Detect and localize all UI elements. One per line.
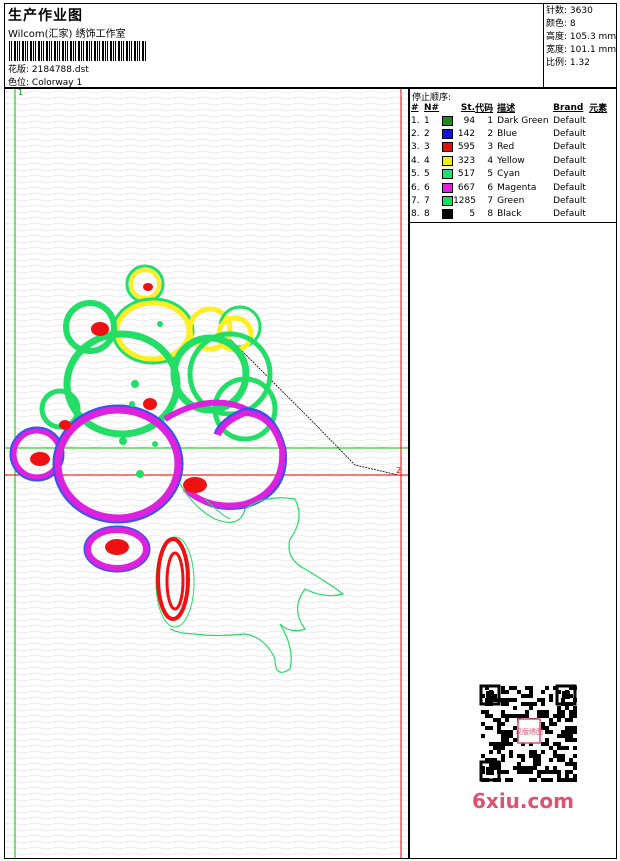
watermark-logo: 6xiu.com [472, 789, 574, 813]
marker-right: 2 [396, 466, 401, 475]
stat-colors: 颜色: 8 [546, 19, 576, 29]
table-row: 6. 6 667 6 Magenta Default [411, 182, 586, 193]
col-index: # [411, 102, 419, 113]
color-swatch [442, 169, 454, 180]
color-swatch [442, 209, 454, 220]
stat-stitches: 针数: 3630 [546, 6, 593, 16]
colorway-label: 色位: [8, 78, 30, 88]
col-description: 描述 [497, 104, 516, 114]
table-row: 8. 8 5 8 Black Default [411, 209, 586, 220]
color-swatch [442, 155, 454, 166]
table-row: 4. 4 323 4 Yellow Default [411, 155, 586, 166]
table-row: 1. 1 94 1 Dark Green Default [411, 115, 586, 126]
panel-divider [410, 222, 616, 223]
marker-top: 1 [18, 89, 23, 97]
stop-sequence-table: # N# St. 代码 描述 Brand 元素 1. 1 94 1 Dark Green… [411, 101, 607, 221]
design-info: 花版: 2184788.dst [8, 62, 89, 75]
col-code: 代码 [475, 104, 494, 114]
stats-box: 针数: 3630 颜色: 8 高度: 105.3 mm 宽度: 101.1 mm… [543, 4, 617, 87]
table-row: 7. 7 1285 7 Green Default [411, 196, 586, 207]
col-element: 元素 [589, 104, 608, 114]
color-swatch [442, 115, 454, 126]
stat-height: 高度: 105.3 mm [546, 32, 617, 42]
stat-width: 宽度: 101.1 mm [546, 45, 617, 55]
design-canvas[interactable]: 1 2 [4, 88, 409, 859]
col-stitches: St. [460, 102, 476, 113]
studio-subtitle: Wilcom(汇家) 绣饰工作室 [8, 29, 126, 40]
barcode [9, 41, 146, 61]
qr-stamp: 汉版绣图 [515, 727, 543, 736]
color-swatch [442, 196, 454, 207]
design-label: 花版: [8, 65, 30, 75]
color-swatch [442, 129, 454, 140]
embroidery-preview: 1 2 [5, 89, 408, 858]
page-title: 生产作业图 [8, 8, 83, 24]
color-swatch [442, 142, 454, 153]
colorway-value: Colorway 1 [31, 78, 83, 88]
table-row: 5. 5 517 5 Cyan Default [411, 169, 586, 180]
color-swatch [442, 182, 454, 193]
table-row: 3. 3 595 3 Red Default [411, 142, 586, 153]
col-brand: Brand [553, 102, 584, 113]
colorway-info: 色位: Colorway 1 [8, 75, 82, 88]
col-n: N# [424, 102, 440, 113]
design-value: 2184788.dst [31, 65, 89, 75]
stat-scale: 比例: 1.32 [546, 58, 590, 68]
header-panel: 生产作业图 Wilcom(汇家) 绣饰工作室 花版: 2184788.dst 色… [4, 3, 617, 88]
table-row: 2. 2 142 2 Blue Default [411, 129, 586, 140]
